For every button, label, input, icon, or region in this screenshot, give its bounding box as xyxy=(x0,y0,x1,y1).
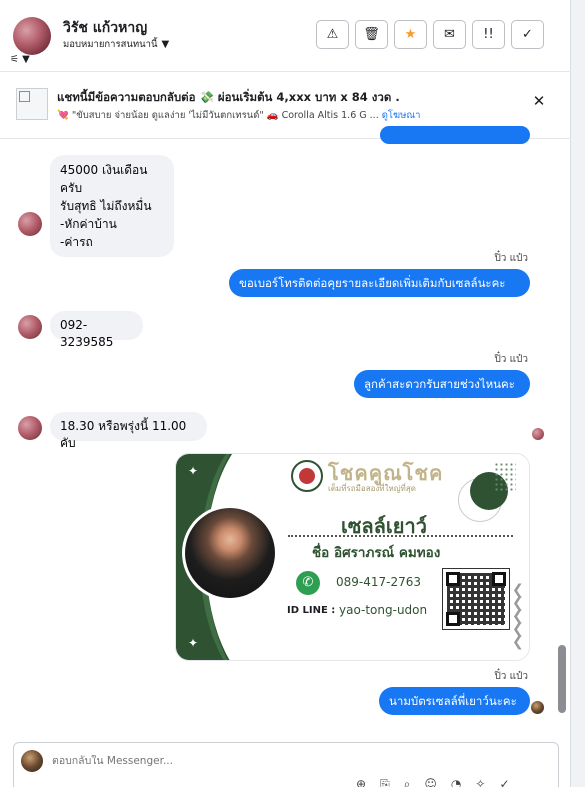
assign-label: มอบหมายการสนทนานี้ xyxy=(63,39,158,50)
trash-icon: 🗑 xyxy=(363,27,380,42)
envelope-icon: ✉ xyxy=(444,27,455,42)
phone-icon: ✆ xyxy=(296,571,320,595)
card-brand-sub: เต็มที่รถมือสองที่ใหญ่ที่สุด xyxy=(328,484,416,493)
card-fullname: ชื่อ อิศราภรณ์ คมทอง xyxy=(312,545,441,561)
star-button[interactable]: ★ xyxy=(394,20,427,49)
reply-composer: ⊕ ⎘ ⌕ ☺ ◔ ✧ ✓ xyxy=(13,742,559,787)
emoji-icon[interactable]: ☺ xyxy=(424,777,437,787)
seen-avatar xyxy=(531,701,544,714)
warning-icon: ⚠ xyxy=(326,27,339,42)
sparkle-icon: ✦ xyxy=(188,636,199,650)
decor-dot-grid xyxy=(494,462,516,492)
mark-done-button[interactable]: ✓ xyxy=(511,20,544,49)
page-avatar xyxy=(21,750,43,772)
contact-name[interactable]: วิรัช แก้วหาญ xyxy=(63,17,147,39)
ad-title: แชทนี้มีข้อความตอบกลับต่อ 💸 ผ่อนเริ่มต้น… xyxy=(57,90,400,104)
sender-name: ปิ๋ว แป๋ว xyxy=(494,671,528,682)
salesperson-photo xyxy=(182,505,278,601)
composer-toolbar: ⊕ ⎘ ⌕ ☺ ◔ ✧ ✓ xyxy=(356,777,510,787)
sender-name: ปิ๋ว แป๋ว xyxy=(494,354,528,365)
view-ad-link[interactable]: ดูโฆษณา xyxy=(382,110,421,121)
ad-subtitle: 💘 "ขับสบาย จ่ายน้อย ดูแลง่าย 'ไม่มีวันตก… xyxy=(57,110,421,121)
card-phone: 089-417-2763 xyxy=(336,575,422,589)
follow-up-button[interactable]: !! xyxy=(472,20,505,49)
contact-avatar-small[interactable] xyxy=(18,315,42,339)
attach-icon[interactable]: ⎘ xyxy=(380,777,390,787)
message-bubble-outgoing[interactable]: นามบัตรเซลล์พี่เยาว์นะคะ xyxy=(379,687,530,715)
sparkle-icon: ✦ xyxy=(188,464,199,478)
close-icon[interactable]: ✕ xyxy=(531,93,547,109)
chevron-stack-icon: ❮ ❮ ❮ ❮ ❮ xyxy=(512,582,524,650)
star-icon: ★ xyxy=(404,27,417,42)
header-actions: ⚠ 🗑 ★ ✉ !! ✓ xyxy=(316,20,544,49)
tag-icon[interactable]: ⊕ xyxy=(356,777,366,787)
message-bubble-incoming[interactable]: 092-3239585 xyxy=(50,311,143,349)
message-bubble-outgoing[interactable]: ลูกค้าสะดวกรับสายช่วงไหนคะ xyxy=(354,370,530,398)
ad-thumbnail-icon[interactable] xyxy=(16,88,48,120)
sender-name: ปิ๋ว แป๋ว xyxy=(494,253,528,264)
message-bubble-incoming[interactable]: 45000 เงินเดือนครับ รับสุทธิ ไม่ถึงหมื่น… xyxy=(50,155,174,257)
delete-button[interactable]: 🗑 xyxy=(355,20,388,49)
message-bubble-incoming[interactable]: 18.30 หรือพรุ่งนี้ 11.00 คับ xyxy=(50,412,207,450)
exclamation-icon: !! xyxy=(483,27,494,42)
card-divider xyxy=(288,535,513,537)
card-nickname: เซลล์เยาว์ xyxy=(341,514,427,538)
card-line-id: yao-tong-udon xyxy=(339,603,428,617)
contact-avatar[interactable] xyxy=(13,17,51,55)
report-spam-button[interactable]: ⚠ xyxy=(316,20,349,49)
message-bubble-outgoing[interactable]: ขอเบอร์โทรติดต่อคุยรายละเอียดเพิ่มเติมกั… xyxy=(229,269,530,297)
gif-icon[interactable]: ◔ xyxy=(451,777,461,787)
like-icon[interactable]: ✓ xyxy=(499,777,509,787)
qr-code-icon xyxy=(442,568,510,630)
messenger-inbox-panel: ⚟ ▼ วิรัช แก้วหาญ มอบหมายการสนทนานี้ ▼ ⚠… xyxy=(0,0,571,787)
conversation-header: ⚟ ▼ วิรัช แก้วหาญ มอบหมายการสนทนานี้ ▼ ⚠… xyxy=(0,0,571,72)
filter-icon[interactable]: ⚟ ▼ xyxy=(10,54,40,66)
chevron-down-icon: ▼ xyxy=(161,39,170,50)
message-bubble-outgoing-partial xyxy=(380,126,530,144)
card-line-label: ID LINE : xyxy=(287,605,336,616)
scrollbar-track[interactable] xyxy=(571,0,585,787)
assign-conversation-dropdown[interactable]: มอบหมายการสนทนานี้ ▼ xyxy=(63,37,169,52)
sparkle-icon[interactable]: ✧ xyxy=(475,777,485,787)
reply-input[interactable] xyxy=(52,755,532,767)
brand-logo-icon xyxy=(291,460,323,492)
contact-avatar-small[interactable] xyxy=(18,416,42,440)
business-card-image[interactable]: ✦ ✦ โชคคูณโชค เต็มที่รถมือสองที่ใหญ่ที่ส… xyxy=(175,453,530,661)
paperclip-icon[interactable]: ⌕ xyxy=(404,777,411,787)
scrollbar-thumb[interactable] xyxy=(558,645,566,713)
seen-avatar xyxy=(532,428,544,440)
check-icon: ✓ xyxy=(522,27,533,42)
contact-avatar-small[interactable] xyxy=(18,212,42,236)
mark-unread-button[interactable]: ✉ xyxy=(433,20,466,49)
